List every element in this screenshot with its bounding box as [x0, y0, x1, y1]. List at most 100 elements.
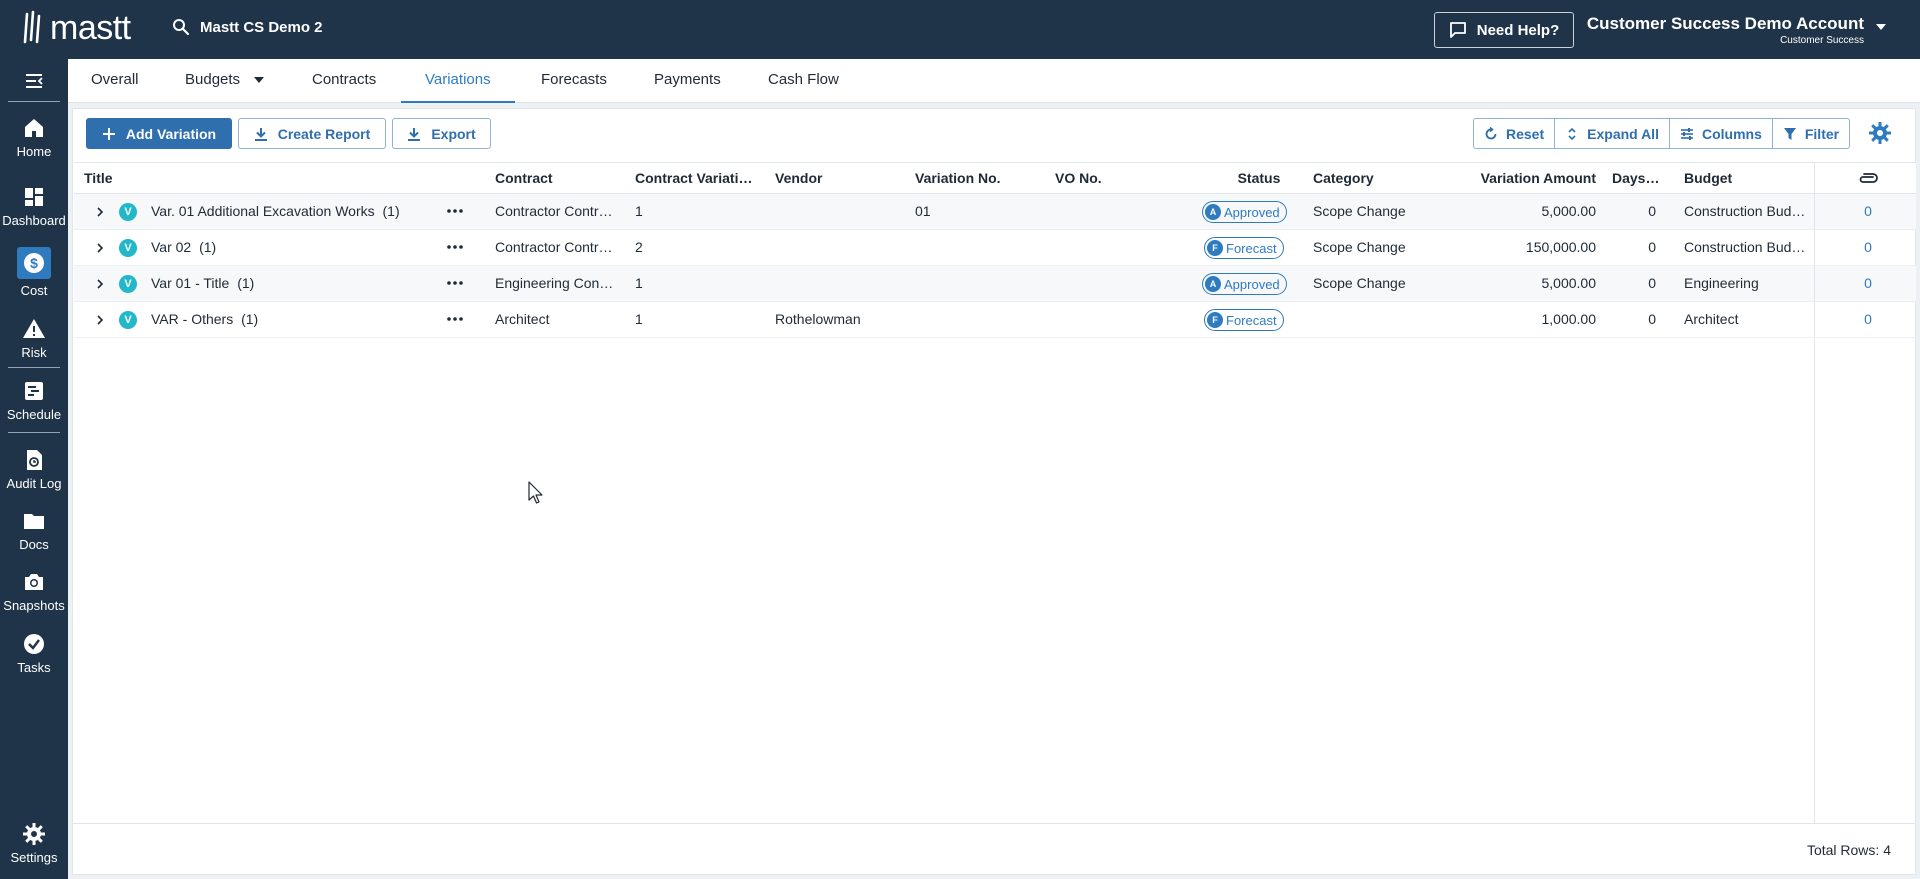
status-letter: F	[1207, 240, 1223, 256]
attachments-link[interactable]: 0	[1844, 302, 1892, 337]
tab-variations[interactable]: Variations	[401, 59, 515, 103]
chevron-right-icon[interactable]	[96, 243, 104, 253]
more-options-icon[interactable]	[446, 240, 464, 254]
export-button[interactable]: Export	[392, 118, 491, 149]
create-report-button[interactable]: Create Report	[238, 118, 386, 149]
column-header-contract-variation-no[interactable]: Contract Variation No.	[635, 163, 759, 194]
title-cell[interactable]: Var 01 - Title (1)	[151, 266, 441, 301]
column-header-status[interactable]: Status	[1224, 163, 1294, 194]
settings-gear-icon[interactable]	[1868, 121, 1892, 145]
chevron-down-icon[interactable]	[1876, 24, 1886, 30]
tab-cash-flow[interactable]: Cash Flow	[768, 59, 839, 103]
column-header-category[interactable]: Category	[1313, 163, 1433, 194]
need-help-label: Need Help?	[1476, 21, 1560, 39]
tab-payments[interactable]: Payments	[654, 59, 721, 103]
sidebar-item-tasks[interactable]: Tasks	[0, 632, 68, 675]
budget-cell: Architect	[1684, 311, 1739, 327]
variation-amount-cell: 150,000.00	[1525, 239, 1596, 255]
sidebar-item-risk[interactable]: Risk	[0, 317, 68, 360]
more-options-icon[interactable]	[446, 312, 464, 326]
status-badge: A Approved	[1202, 273, 1287, 295]
row-count: (1)	[237, 275, 255, 291]
tab-variations-label: Variations	[425, 71, 491, 88]
column-header-vendor[interactable]: Vendor	[775, 163, 895, 194]
attachments-link[interactable]: 0	[1844, 230, 1892, 265]
columns-button[interactable]: Columns	[1670, 119, 1773, 148]
mastt-logo[interactable]: mastt	[22, 8, 131, 48]
attachments-link[interactable]: 0	[1844, 194, 1892, 229]
account-menu[interactable]: Customer Success Demo Account Customer S…	[1587, 14, 1864, 47]
variation-amount-cell: 5,000.00	[1541, 203, 1597, 219]
tab-budgets[interactable]: Budgets	[185, 59, 265, 103]
total-rows: Total Rows: 4	[1806, 842, 1891, 858]
column-header-vo-no[interactable]: VO No.	[1055, 163, 1175, 194]
tab-overall[interactable]: Overall	[91, 59, 139, 103]
title-cell[interactable]: VAR - Others (1)	[151, 302, 441, 337]
chevron-right-icon[interactable]	[96, 207, 104, 217]
svg-text:$: $	[30, 255, 38, 271]
table-row[interactable]: V Var 01 - Title (1) Engineering Contrac…	[74, 266, 1916, 302]
column-header-days-extension[interactable]: Days Extension	[1612, 163, 1660, 194]
attachments-link[interactable]: 0	[1844, 266, 1892, 301]
status-badge: F Forecast	[1204, 237, 1284, 259]
table-row[interactable]: V Var. 01 Additional Excavation Works (1…	[74, 194, 1916, 230]
filter-label: Filter	[1804, 125, 1840, 142]
sidebar-label-audit-log: Audit Log	[6, 476, 62, 491]
status-label: Approved	[1224, 204, 1280, 220]
status-badge: F Forecast	[1204, 309, 1284, 331]
export-label: Export	[431, 125, 476, 142]
title-cell[interactable]: Var. 01 Additional Excavation Works (1)	[151, 194, 441, 229]
title-cell[interactable]: Var 02 (1)	[151, 230, 441, 265]
more-options-icon[interactable]	[446, 276, 464, 290]
filter-icon	[1783, 127, 1796, 140]
contract-cell: Contractor Contract	[495, 239, 615, 255]
budget-cell: Construction Budget	[1684, 239, 1808, 255]
table-row[interactable]: V Var 02 (1) Contractor Contract 2 F Fore…	[74, 230, 1916, 266]
variation-amount-cell: 1,000.00	[1541, 311, 1597, 327]
sidebar-item-schedule[interactable]: Schedule	[0, 379, 68, 422]
plus-icon	[102, 127, 115, 140]
column-header-contract[interactable]: Contract	[495, 163, 625, 194]
expand-all-button[interactable]: Expand All	[1555, 119, 1670, 148]
chevron-right-icon[interactable]	[96, 315, 104, 325]
column-header-title[interactable]: Title	[84, 163, 204, 194]
sidebar-item-audit-log[interactable]: Audit Log	[0, 448, 68, 491]
sidebar-item-snapshots[interactable]: Snapshots	[0, 570, 68, 613]
sidebar-item-dashboard[interactable]: Dashboard	[0, 185, 68, 228]
column-header-variation-no[interactable]: Variation No.	[915, 163, 1035, 194]
need-help-button[interactable]: Need Help?	[1434, 12, 1574, 48]
chat-icon	[1449, 22, 1466, 38]
variation-no-cell: 01	[915, 203, 931, 219]
download-icon	[254, 127, 267, 141]
download-icon	[408, 127, 421, 141]
sidebar-item-docs[interactable]: Docs	[0, 509, 68, 552]
dollar-icon: $	[24, 253, 44, 273]
column-header-budget[interactable]: Budget	[1684, 163, 1804, 194]
row-count: (1)	[382, 203, 400, 219]
collapse-menu-icon[interactable]	[24, 71, 44, 91]
tab-contracts[interactable]: Contracts	[312, 59, 376, 103]
sidebar-label-schedule: Schedule	[6, 407, 62, 422]
filter-button[interactable]: Filter	[1773, 119, 1849, 148]
contract-variation-no-cell: 1	[635, 275, 643, 291]
sidebar-label-snapshots: Snapshots	[3, 598, 65, 613]
chevron-right-icon[interactable]	[96, 279, 104, 289]
columns-label: Columns	[1701, 125, 1762, 142]
contract-variation-no-cell: 2	[635, 239, 643, 255]
sidebar-label-tasks: Tasks	[17, 660, 51, 675]
days-extension-cell: 0	[1648, 239, 1656, 255]
more-options-icon[interactable]	[446, 204, 464, 218]
sidebar-item-cost[interactable]: $ Cost	[0, 247, 68, 298]
sidebar-item-home[interactable]: Home	[0, 116, 68, 159]
sidebar-item-settings[interactable]: Settings	[0, 822, 68, 865]
reset-button[interactable]: Reset	[1474, 119, 1556, 148]
table-row[interactable]: V VAR - Others (1) Architect 1 Rothelowm…	[74, 302, 1916, 338]
sidebar-divider	[8, 101, 60, 102]
add-variation-button[interactable]: Add Variation	[86, 118, 232, 149]
project-search[interactable]: Mastt CS Demo 2	[172, 18, 323, 36]
tab-contracts-label: Contracts	[312, 71, 377, 88]
tab-payments-label: Payments	[654, 71, 721, 88]
variation-type-badge: V	[119, 239, 137, 257]
column-header-variation-amount[interactable]: Variation Amount	[1474, 163, 1596, 194]
tab-forecasts[interactable]: Forecasts	[541, 59, 607, 103]
